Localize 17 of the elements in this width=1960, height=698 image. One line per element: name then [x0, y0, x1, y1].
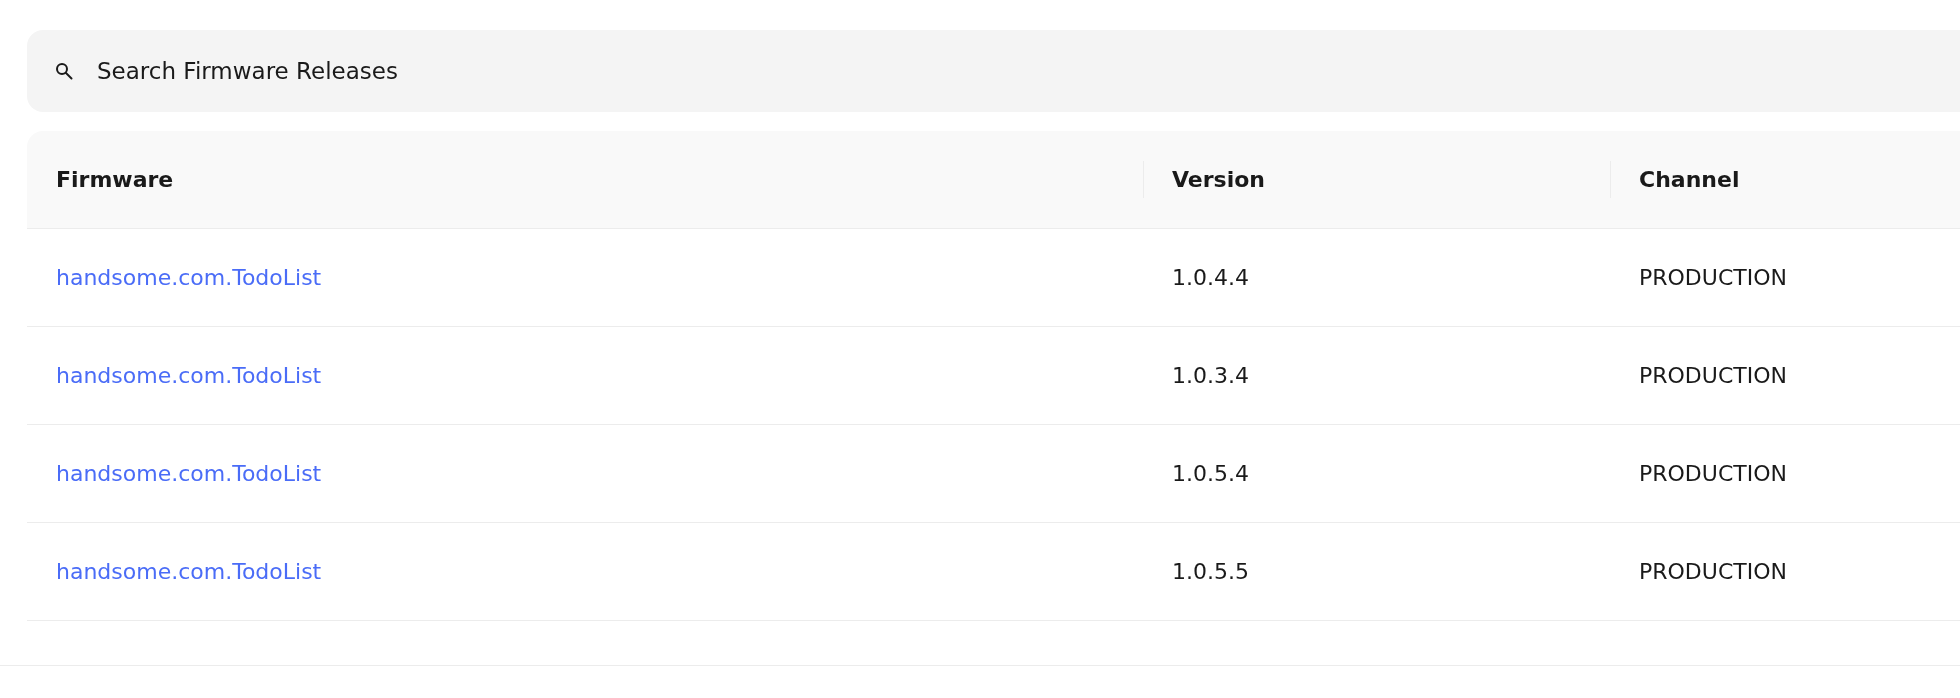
firmware-link[interactable]: handsome.com.TodoList — [56, 559, 322, 584]
search-field[interactable]: Search Firmware Releases — [27, 30, 1960, 112]
channel-cell: PRODUCTION — [1639, 265, 1787, 290]
version-cell: 1.0.5.5 — [1172, 559, 1249, 584]
channel-cell: PRODUCTION — [1639, 363, 1787, 388]
channel-cell: PRODUCTION — [1639, 559, 1787, 584]
column-header: Version — [1172, 167, 1265, 192]
search-icon — [55, 62, 73, 80]
column-header: Firmware — [56, 167, 174, 192]
version-cell: 1.0.4.4 — [1172, 265, 1249, 290]
channel-cell: PRODUCTION — [1639, 461, 1787, 486]
version-cell: 1.0.5.4 — [1172, 461, 1249, 486]
version-cell: 1.0.3.4 — [1172, 363, 1249, 388]
firmware-link[interactable]: handsome.com.TodoList — [56, 265, 322, 290]
column-header: Channel — [1639, 167, 1740, 192]
firmware-link[interactable]: handsome.com.TodoList — [56, 363, 322, 388]
firmware-link[interactable]: handsome.com.TodoList — [56, 461, 322, 486]
